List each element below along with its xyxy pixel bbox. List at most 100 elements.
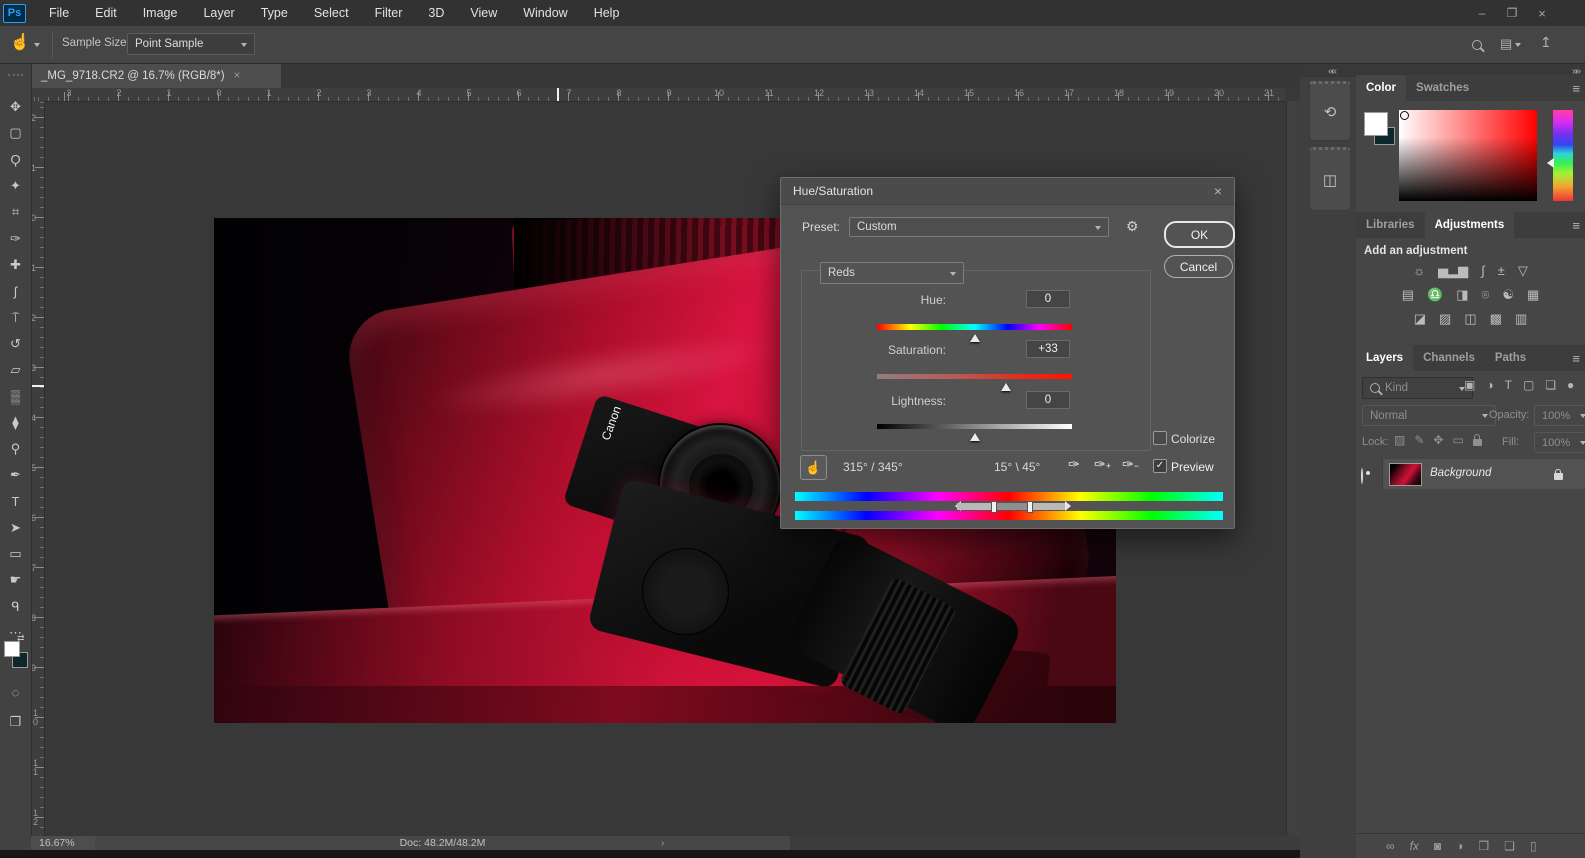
layer-lock-icon[interactable] xyxy=(1554,473,1563,480)
restore-button[interactable]: ❐ xyxy=(1498,0,1526,26)
eyedropper-tool[interactable]: ✑ xyxy=(0,225,31,251)
dodge-tool[interactable]: ⚲ xyxy=(0,436,31,462)
link-layers-icon[interactable]: ∞ xyxy=(1386,839,1395,853)
menu-help[interactable]: Help xyxy=(581,0,633,26)
toolbar-grip[interactable] xyxy=(8,66,23,76)
saturation-slider-thumb[interactable] xyxy=(1001,378,1011,391)
sample-size-dropdown[interactable]: Point Sample xyxy=(127,33,255,55)
close-tab-icon[interactable]: × xyxy=(234,70,241,82)
eraser-tool[interactable]: ▱ xyxy=(0,357,31,383)
colorize-checkbox[interactable] xyxy=(1153,431,1167,445)
brush-tool[interactable]: ʃ xyxy=(0,278,31,304)
add-layer-mask-icon[interactable]: ◙ xyxy=(1434,839,1441,853)
layer-filter-kind-dropdown[interactable]: Kind xyxy=(1362,377,1473,399)
move-tool[interactable]: ✥ xyxy=(0,94,31,120)
add-to-sample-eyedropper-icon[interactable]: ✑+ xyxy=(1094,456,1111,473)
foreground-color-swatch[interactable] xyxy=(4,641,20,657)
hue-slider-thumb[interactable] xyxy=(970,329,980,342)
tab-paths[interactable]: Paths xyxy=(1485,345,1536,371)
adjustment-icon[interactable]: ☼ xyxy=(1413,263,1425,279)
tab-color[interactable]: Color xyxy=(1356,75,1406,101)
pen-tool[interactable]: ✒ xyxy=(0,462,31,488)
lasso-tool[interactable]: Ϙ xyxy=(0,147,31,173)
adjustment-icon[interactable]: ◨ xyxy=(1456,287,1468,303)
lock-image-pixels-icon[interactable]: ✎ xyxy=(1414,433,1424,447)
menu-filter[interactable]: Filter xyxy=(362,0,416,26)
new-group-icon[interactable]: ❒ xyxy=(1478,839,1489,853)
type-tool[interactable]: T xyxy=(0,488,31,514)
adjustment-icon[interactable]: ⌾ xyxy=(1482,287,1490,303)
close-dialog-icon[interactable]: × xyxy=(1214,183,1222,199)
lightness-value-field[interactable]: 0 xyxy=(1026,391,1070,409)
eyedropper-icon[interactable]: ✑ xyxy=(1068,456,1080,473)
tab-adjustments[interactable]: Adjustments xyxy=(1425,212,1515,238)
blend-mode-dropdown[interactable]: Normal xyxy=(1362,405,1496,426)
range-falloff-right-handle[interactable] xyxy=(1065,501,1076,511)
layer-visibility-eye-icon[interactable] xyxy=(1361,468,1363,484)
hue-value-field[interactable]: 0 xyxy=(1026,290,1070,308)
workspace-switcher[interactable]: ▤ xyxy=(1500,36,1521,52)
tab-libraries[interactable]: Libraries xyxy=(1356,212,1425,238)
lock-all-icon[interactable] xyxy=(1473,439,1482,446)
preset-options-gear-icon[interactable]: ⚙ xyxy=(1126,218,1139,235)
share-icon[interactable]: ↥ xyxy=(1540,34,1552,51)
menu-image[interactable]: Image xyxy=(130,0,191,26)
on-image-adjustment-button[interactable]: ☝ xyxy=(800,455,827,480)
new-layer-icon[interactable]: ❏ xyxy=(1504,839,1515,853)
clone-stamp-tool[interactable]: ⍑ xyxy=(0,304,31,330)
status-chevron-icon[interactable]: › xyxy=(661,837,665,849)
menu-file[interactable]: File xyxy=(36,0,82,26)
adjustment-icon[interactable]: ∫ xyxy=(1481,263,1485,279)
adjustment-icon[interactable]: ▽ xyxy=(1518,263,1528,279)
adjustment-icon[interactable]: ♎ xyxy=(1427,287,1443,303)
layer-filter-icon[interactable]: ❏ xyxy=(1545,378,1556,392)
layer-filter-icon[interactable]: ▢ xyxy=(1523,378,1534,392)
blur-tool[interactable]: ⧫ xyxy=(0,410,31,436)
preview-checkbox[interactable] xyxy=(1153,459,1167,473)
zoom-level-field[interactable]: 16.67% xyxy=(31,836,95,850)
layer-thumbnail[interactable] xyxy=(1389,463,1422,486)
layer-filter-icon[interactable]: ◑ xyxy=(1486,378,1493,392)
rectangular-marquee-tool[interactable]: ▢ xyxy=(0,120,31,146)
vertical-ruler[interactable]: 210123456789101112 xyxy=(31,101,45,836)
opacity-field[interactable]: 100% xyxy=(1534,405,1585,426)
ok-button[interactable]: OK xyxy=(1164,221,1235,248)
layer-filter-icon[interactable]: ● xyxy=(1567,378,1574,392)
adjustment-icon[interactable]: ▨ xyxy=(1439,311,1451,327)
menu-3d[interactable]: 3D xyxy=(415,0,457,26)
history-panel-icon[interactable]: ⟲ xyxy=(1309,81,1351,141)
panel-menu-icon[interactable]: ≡ xyxy=(1572,81,1579,96)
quick-selection-tool[interactable]: ✦ xyxy=(0,173,31,199)
tab-channels[interactable]: Channels xyxy=(1413,345,1485,371)
range-falloff-left-bar[interactable] xyxy=(957,503,991,510)
range-core-bar[interactable] xyxy=(997,503,1027,510)
cancel-button[interactable]: Cancel xyxy=(1164,255,1233,278)
delete-layer-icon[interactable]: ▯ xyxy=(1530,839,1537,853)
layer-filter-icon[interactable]: ▣ xyxy=(1464,378,1475,392)
crop-tool[interactable]: ⌗ xyxy=(0,199,31,225)
adjustment-icon[interactable]: ▥ xyxy=(1515,311,1527,327)
properties-panel-icon[interactable]: ◫ xyxy=(1309,147,1351,211)
vertical-scrollbar[interactable] xyxy=(1286,101,1300,836)
saturation-brightness-field[interactable] xyxy=(1399,110,1537,201)
minimize-button[interactable]: – xyxy=(1468,0,1496,26)
hand-tool[interactable]: ☛ xyxy=(0,567,31,593)
adjustment-icon[interactable]: ▤ xyxy=(1402,287,1414,303)
adjustment-icon[interactable]: ◫ xyxy=(1464,311,1476,327)
path-selection-tool[interactable]: ➤ xyxy=(0,515,31,541)
horizontal-ruler[interactable]: 3210123456789101112131415161718192021 xyxy=(31,88,1285,102)
menu-edit[interactable]: Edit xyxy=(82,0,130,26)
menu-type[interactable]: Type xyxy=(248,0,301,26)
gradient-tool[interactable]: ▒ xyxy=(0,383,31,409)
hue-strip-marker[interactable] xyxy=(1542,158,1554,168)
search-icon[interactable] xyxy=(1472,40,1482,50)
screen-mode-button[interactable]: ❐ xyxy=(0,709,31,735)
lock-position-icon[interactable]: ✥ xyxy=(1433,433,1443,447)
range-falloff-right-bar[interactable] xyxy=(1033,503,1065,510)
menu-layer[interactable]: Layer xyxy=(190,0,247,26)
panel-menu-icon[interactable]: ≡ xyxy=(1572,351,1579,366)
adjustment-icon[interactable]: ◪ xyxy=(1414,311,1426,327)
lock-artboard-icon[interactable]: ▭ xyxy=(1452,433,1463,447)
hue-slider[interactable] xyxy=(877,324,1072,330)
quick-mask-button[interactable]: ◌ xyxy=(0,679,31,705)
